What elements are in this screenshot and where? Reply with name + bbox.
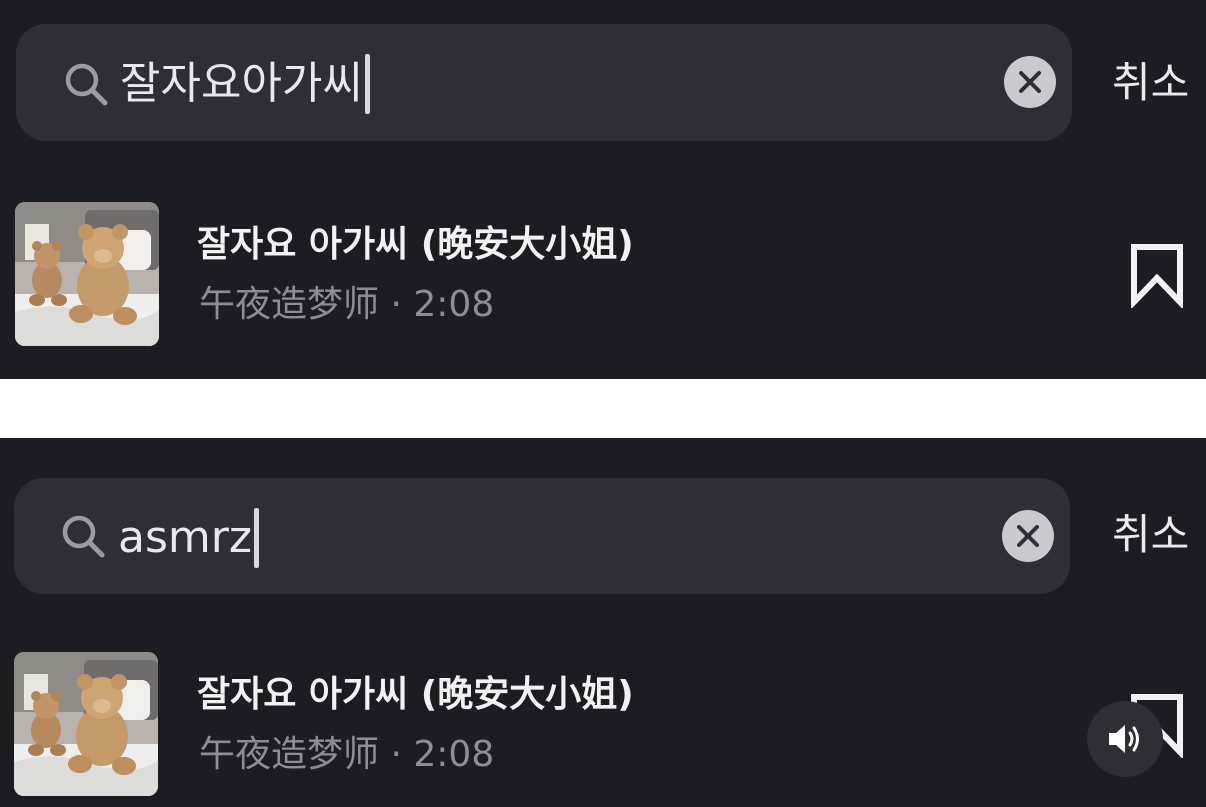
search-result-item[interactable]: 잘자요 아가씨 (晚安大小姐) 午夜造梦师 · 2:08 bbox=[0, 652, 1206, 798]
clear-search-button[interactable] bbox=[1002, 510, 1054, 562]
track-duration: 2:08 bbox=[413, 284, 495, 325]
search-input[interactable]: asmrz bbox=[118, 506, 259, 570]
search-field[interactable]: asmrz bbox=[14, 478, 1070, 594]
search-icon bbox=[65, 63, 108, 106]
track-title: 잘자요 아가씨 (晚安大小姐) bbox=[197, 224, 634, 265]
search-field[interactable]: 잘자요아가씨 bbox=[16, 24, 1072, 141]
track-artist: 午夜造梦师 bbox=[199, 284, 380, 325]
text-caret bbox=[364, 54, 370, 114]
volume-icon bbox=[1109, 725, 1139, 753]
search-query: asmrz bbox=[118, 512, 252, 563]
volume-button[interactable] bbox=[1087, 701, 1163, 777]
search-query: 잘자요아가씨 bbox=[120, 58, 363, 109]
track-duration: 2:08 bbox=[413, 734, 495, 775]
close-icon bbox=[1017, 525, 1039, 547]
search-result-item[interactable]: 잘자요 아가씨 (晚安大小姐) 午夜造梦师 · 2:08 bbox=[0, 202, 1206, 348]
track-meta: 午夜造梦师 · 2:08 bbox=[199, 280, 494, 330]
track-artist: 午夜造梦师 bbox=[199, 734, 380, 775]
search-screen-top: 잘자요아가씨 취소 잘자요 아가씨 (晚安大小姐) 午夜造梦师 · 2:08 bbox=[0, 0, 1206, 379]
search-icon bbox=[62, 515, 105, 558]
bookmark-icon[interactable] bbox=[1128, 242, 1186, 308]
album-art bbox=[14, 652, 158, 796]
cancel-button[interactable]: 취소 bbox=[1112, 54, 1189, 112]
track-meta: 午夜造梦师 · 2:08 bbox=[199, 730, 494, 780]
album-art bbox=[15, 202, 159, 346]
text-caret bbox=[253, 508, 259, 568]
cancel-button[interactable]: 취소 bbox=[1112, 506, 1189, 564]
search-input[interactable]: 잘자요아가씨 bbox=[120, 52, 370, 116]
meta-separator: · bbox=[390, 284, 402, 325]
track-title: 잘자요 아가씨 (晚安大小姐) bbox=[197, 674, 634, 715]
clear-search-button[interactable] bbox=[1004, 56, 1056, 108]
meta-separator: · bbox=[390, 734, 402, 775]
close-icon bbox=[1019, 71, 1041, 93]
search-screen-bottom: asmrz 취소 잘자요 아가씨 (晚安大小姐) 午夜造梦师 · 2:08 bbox=[0, 438, 1206, 807]
